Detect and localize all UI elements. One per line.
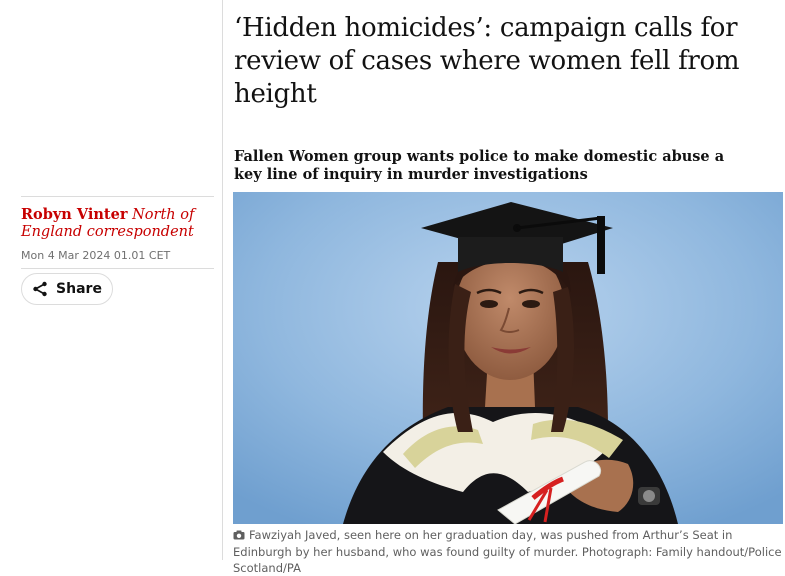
share-button[interactable]: Share xyxy=(21,273,113,305)
article-headline: ‘Hidden homicides’: campaign calls for r… xyxy=(234,13,740,109)
photo-caption: Fawziyah Javed, seen here on her graduat… xyxy=(233,527,785,576)
meta-divider-top xyxy=(21,196,214,197)
graduation-portrait-illustration xyxy=(233,192,783,524)
article-meta-column: Robyn Vinter North of England correspond… xyxy=(0,0,223,560)
share-label: Share xyxy=(56,281,102,297)
byline-text: Robyn Vinter North of England correspond… xyxy=(21,206,211,241)
article-main-photo xyxy=(233,192,783,524)
photo-caption-text: Fawziyah Javed, seen here on her graduat… xyxy=(233,528,782,575)
share-icon xyxy=(32,281,48,297)
meta-divider-bottom xyxy=(21,268,214,269)
camera-icon xyxy=(233,528,245,544)
article-standfirst: Fallen Women group wants police to make … xyxy=(234,148,725,183)
publish-date: Mon 4 Mar 2024 01.01 CET xyxy=(21,249,171,262)
byline: Robyn Vinter North of England correspond… xyxy=(21,206,211,241)
author-name-link[interactable]: Robyn Vinter xyxy=(21,206,127,223)
